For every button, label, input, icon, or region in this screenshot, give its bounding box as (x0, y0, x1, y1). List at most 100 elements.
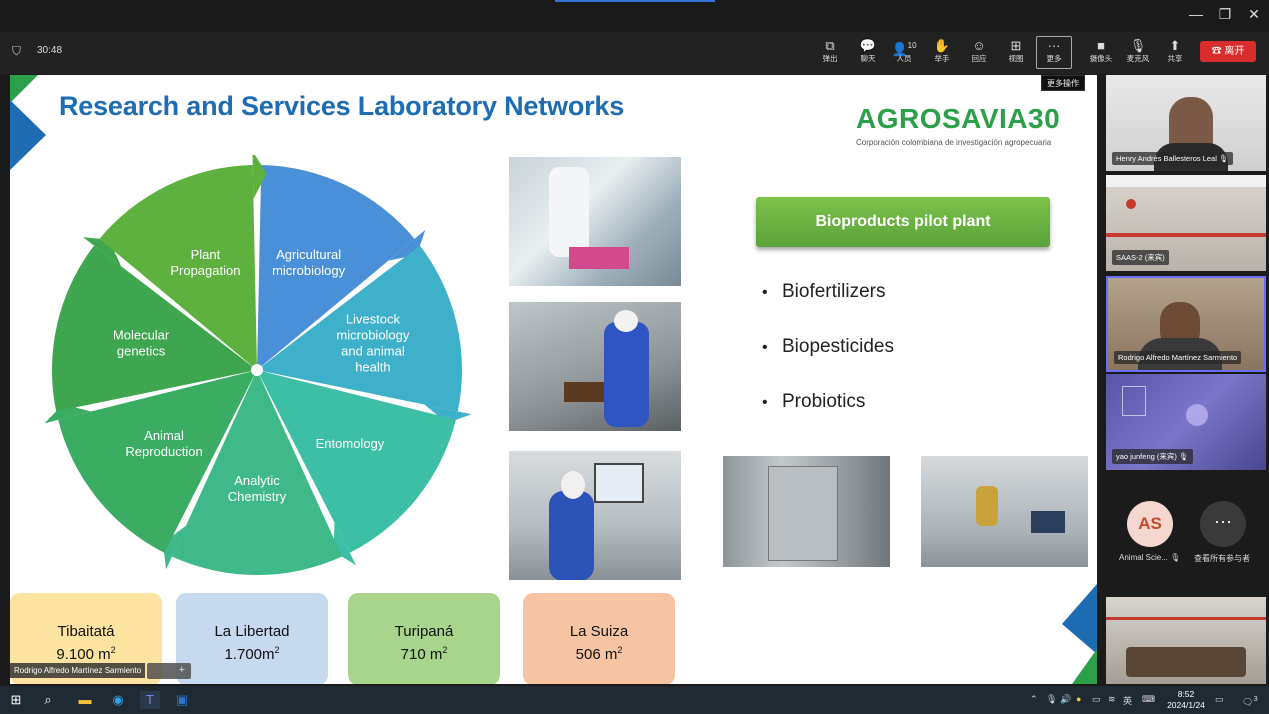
battery-icon[interactable]: ▭ (1092, 694, 1101, 705)
react-button[interactable]: ☺ 回应 (961, 37, 997, 69)
avatar-label: Animal Scie... 🎙 (1119, 553, 1181, 562)
site-area: 506 m2 (575, 645, 623, 663)
close-icon[interactable]: ✕ (1242, 6, 1266, 23)
shared-slide: Research and Services Laboratory Network… (10, 75, 1097, 684)
share-icon: ⬆ (1169, 38, 1181, 53)
ellipsis-icon: ··· (1047, 38, 1061, 53)
bioproducts-list: • Biofertilizers • Biopesticides • Probioti… (762, 281, 894, 446)
site-area: 9.100 m2 (56, 645, 116, 663)
bioproducts-pilot-plant-heading: Bioproducts pilot plant (756, 197, 1050, 247)
ime-indicator[interactable]: 英 (1123, 694, 1132, 707)
active-speaker-label: Rodrigo Alfredo Martínez Sarmiento (10, 663, 146, 678)
bullet-text: Biofertilizers (782, 281, 886, 302)
smiley-icon: ☺ (972, 38, 986, 53)
notifications-icon[interactable]: 🗨3 (1242, 694, 1258, 708)
search-icon[interactable]: ⌕ (38, 691, 58, 709)
file-explorer-icon[interactable]: ▬ (75, 691, 95, 709)
wifi-icon[interactable]: ≋ (1108, 694, 1116, 705)
camera-icon: ■ (1097, 38, 1105, 53)
share-label: 共享 (1167, 54, 1183, 63)
lab-network-wheel: Agricultural microbiologyLivestock microbi… (44, 155, 472, 575)
share-button[interactable]: ⬆ 共享 (1157, 37, 1193, 69)
chat-label: 聊天 (860, 54, 876, 63)
outlook-icon[interactable]: ▣ (172, 691, 192, 709)
view-button[interactable]: ⊞ 视图 (998, 37, 1034, 69)
wheel-segment-label: Agricultural microbiology (272, 247, 345, 278)
shield-icon: ⛉ (12, 44, 22, 58)
raise-hand-button[interactable]: ✋ 举手 (924, 37, 960, 69)
system-clock[interactable]: 8:52 2024/1/24 (1166, 689, 1206, 711)
volume-icon[interactable]: 🔊 (1060, 694, 1071, 705)
lab-photo-1 (509, 157, 681, 286)
lab-photo-3 (509, 451, 681, 580)
minimize-icon[interactable]: — (1184, 6, 1208, 22)
site-name: Tibaitatá (57, 623, 115, 640)
slide-title: Research and Services Laboratory Network… (59, 91, 625, 121)
participant-tile[interactable]: SAAS-2 (来宾) (1106, 175, 1266, 271)
grid-icon: ⊞ (1010, 38, 1022, 53)
mic-label: 麦克风 (1126, 54, 1150, 63)
room-camera-tile[interactable] (1106, 597, 1266, 684)
popout-label: 弹出 (822, 54, 838, 63)
bullet-text: Biopesticides (782, 336, 894, 357)
wheel-segment-label: Analytic Chemistry (228, 473, 287, 504)
wheel-segment-label: Entomology (316, 436, 385, 451)
clock-date: 2024/1/24 (1167, 700, 1205, 710)
leave-button[interactable]: ☎ 离开 (1200, 41, 1256, 62)
list-item: • Biopesticides (762, 336, 894, 357)
chevron-up-icon[interactable]: ⌃ (1030, 694, 1038, 705)
chat-button[interactable]: 💬 聊天 (850, 37, 886, 69)
more-actions-tooltip: 更多操作 (1041, 75, 1085, 91)
more-button[interactable]: ··· 更多 (1036, 36, 1072, 69)
desktop-icon[interactable]: ▭ (1215, 694, 1224, 705)
site-card-turipana: Turipaná 710 m2 (348, 593, 500, 684)
mic-muted-icon: 🎙 (1170, 553, 1181, 562)
mic-button[interactable]: 🎙 麦克风 (1120, 37, 1156, 69)
logo-subtitle: Corporación colombiana de investigación … (856, 138, 1052, 147)
avatar[interactable]: AS (1127, 501, 1173, 547)
restore-icon[interactable]: ❐ (1213, 6, 1237, 23)
pilot-plant-photo-2 (921, 456, 1088, 567)
participant-tile[interactable]: yao junfeng (来宾) 🎙 (1106, 374, 1266, 470)
popout-button[interactable]: ⧉ 弹出 (812, 37, 848, 69)
phone-icon: ☎ (1211, 46, 1225, 57)
keyboard-icon[interactable]: ⌨ (1142, 694, 1155, 705)
wheel-segment-label: Molecular genetics (113, 328, 170, 359)
popout-icon: ⧉ (825, 38, 835, 53)
mic-muted-icon: 🎙 (1218, 154, 1229, 163)
see-all-participants-button[interactable]: ··· (1200, 501, 1246, 547)
site-card-la-libertad: La Libertad 1.700m2 (176, 593, 328, 684)
leave-label: 离开 (1224, 46, 1245, 57)
participant-name: yao junfeng (来宾) 🎙 (1112, 449, 1193, 464)
expand-button[interactable]: + (147, 663, 191, 679)
view-label: 视图 (1008, 54, 1024, 63)
title-accent (555, 0, 715, 2)
raise-hand-label: 举手 (934, 54, 950, 63)
more-label: 更多 (1046, 54, 1062, 63)
participant-name: Henry Andrés Ballesteros Leal 🎙 (1112, 152, 1233, 165)
edge-browser-icon[interactable]: ◉ (108, 691, 128, 709)
react-label: 回应 (971, 54, 987, 63)
participant-tile[interactable]: Henry Andrés Ballesteros Leal 🎙 (1106, 75, 1266, 171)
people-button[interactable]: 👤10 人员 (886, 37, 922, 69)
people-count: 10 (907, 41, 917, 50)
participant-name: SAAS-2 (来宾) (1112, 250, 1169, 265)
site-area: 710 m2 (400, 645, 448, 663)
participant-tile-active[interactable]: Rodrigo Alfredo Martínez Sarmiento (1106, 276, 1266, 372)
app-tray-icon[interactable]: ● (1076, 694, 1081, 704)
hand-icon: ✋ (933, 38, 951, 53)
meeting-timer: 30:48 (37, 45, 63, 56)
site-name: Turipaná (394, 623, 454, 640)
title-bar: — ❐ ✕ (0, 0, 1269, 32)
teams-icon[interactable]: T (140, 691, 160, 709)
corner-decoration-right (1062, 584, 1097, 684)
camera-button[interactable]: ■ 摄像头 (1083, 37, 1119, 69)
notification-count: 3 (1253, 694, 1258, 703)
pilot-plant-photo-1 (723, 456, 890, 567)
windows-start-icon[interactable]: ⊞ (6, 691, 26, 709)
mic-muted-icon: 🎙 (1129, 38, 1147, 53)
lab-photo-2 (509, 302, 681, 431)
wheel-center (251, 364, 263, 376)
site-name: La Libertad (214, 623, 290, 640)
mic-icon[interactable]: 🎙 (1046, 694, 1057, 705)
